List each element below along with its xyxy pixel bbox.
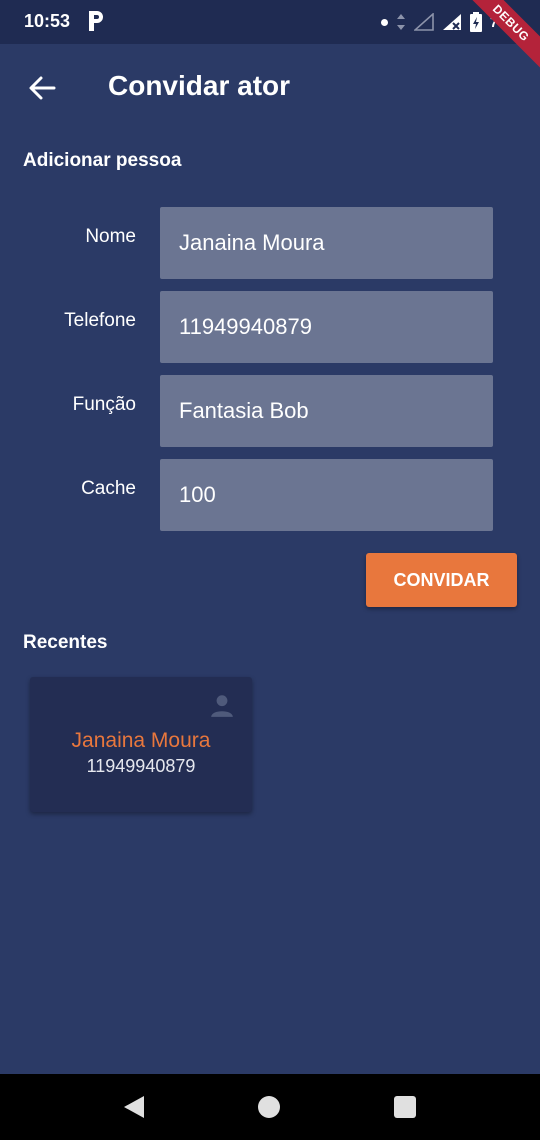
nav-home-icon[interactable] bbox=[258, 1096, 280, 1118]
phone-label: Telefone bbox=[64, 310, 136, 331]
back-arrow-icon[interactable] bbox=[26, 72, 58, 104]
fee-label: Cache bbox=[81, 478, 136, 499]
notification-dot-icon bbox=[380, 18, 388, 26]
recent-contact-phone: 11949940879 bbox=[86, 756, 196, 776]
recent-contact-card[interactable]: Janaina Moura 11949940879 bbox=[30, 677, 252, 812]
name-input[interactable] bbox=[160, 207, 493, 279]
status-bar: 10:53 74% DEBUG bbox=[0, 0, 540, 84]
nav-recents-icon[interactable] bbox=[394, 1096, 416, 1118]
nav-back-icon[interactable] bbox=[122, 1095, 146, 1119]
navigation-bar bbox=[0, 1074, 540, 1140]
role-input[interactable] bbox=[160, 375, 493, 447]
phone-input[interactable] bbox=[160, 291, 493, 363]
app-bar: Convidar ator bbox=[0, 44, 540, 130]
recent-heading: Recentes bbox=[23, 632, 108, 653]
cell-signal-icon bbox=[442, 14, 461, 30]
recent-contact-name: Janaina Moura bbox=[71, 729, 211, 752]
role-label: Função bbox=[72, 394, 136, 415]
fee-input[interactable] bbox=[160, 459, 493, 531]
notification-p-icon bbox=[89, 11, 103, 31]
data-arrows-icon bbox=[396, 14, 405, 30]
add-person-heading: Adicionar pessoa bbox=[23, 150, 182, 171]
person-icon bbox=[211, 695, 233, 717]
battery-icon bbox=[469, 12, 482, 32]
page-title: Convidar ator bbox=[108, 70, 291, 101]
wifi-signal-icon bbox=[413, 13, 434, 31]
status-time: 10:53 bbox=[24, 11, 71, 31]
invite-button[interactable]: CONVIDAR bbox=[366, 553, 517, 607]
name-label: Nome bbox=[85, 226, 136, 247]
